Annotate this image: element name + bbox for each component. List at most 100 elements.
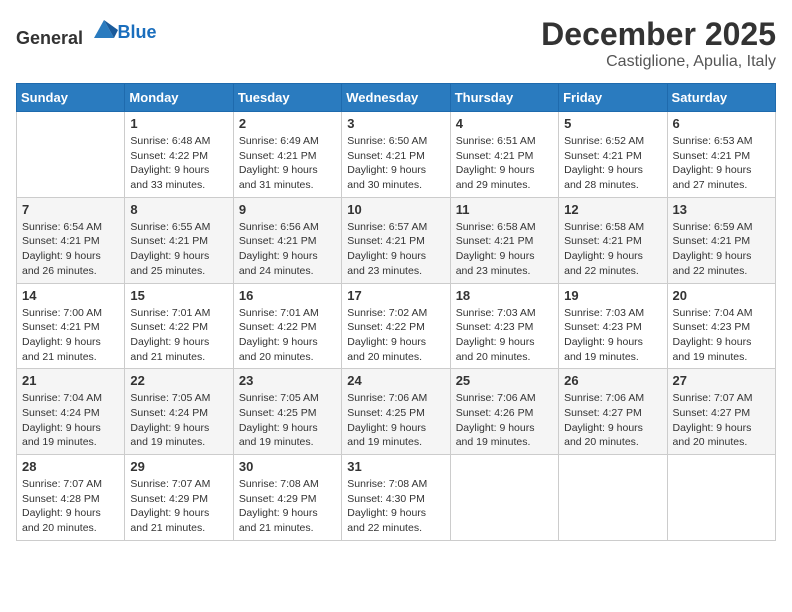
day-info: Sunrise: 6:59 AMSunset: 4:21 PMDaylight:… bbox=[673, 220, 770, 279]
weekday-header-thursday: Thursday bbox=[450, 84, 558, 112]
day-info: Sunrise: 6:53 AMSunset: 4:21 PMDaylight:… bbox=[673, 134, 770, 193]
day-info: Sunrise: 7:00 AMSunset: 4:21 PMDaylight:… bbox=[22, 306, 119, 365]
day-info: Sunrise: 6:54 AMSunset: 4:21 PMDaylight:… bbox=[22, 220, 119, 279]
week-row-3: 14 Sunrise: 7:00 AMSunset: 4:21 PMDayligh… bbox=[17, 283, 776, 369]
day-number: 29 bbox=[130, 459, 227, 474]
day-info: Sunrise: 6:56 AMSunset: 4:21 PMDaylight:… bbox=[239, 220, 336, 279]
day-info: Sunrise: 6:48 AMSunset: 4:22 PMDaylight:… bbox=[130, 134, 227, 193]
calendar-cell bbox=[17, 112, 125, 198]
day-info: Sunrise: 6:58 AMSunset: 4:21 PMDaylight:… bbox=[564, 220, 661, 279]
day-info: Sunrise: 7:06 AMSunset: 4:26 PMDaylight:… bbox=[456, 391, 553, 450]
day-number: 10 bbox=[347, 202, 444, 217]
week-row-5: 28 Sunrise: 7:07 AMSunset: 4:28 PMDayligh… bbox=[17, 455, 776, 541]
calendar-cell: 18 Sunrise: 7:03 AMSunset: 4:23 PMDayligh… bbox=[450, 283, 558, 369]
weekday-header-saturday: Saturday bbox=[667, 84, 775, 112]
day-number: 19 bbox=[564, 288, 661, 303]
calendar-cell bbox=[450, 455, 558, 541]
calendar-cell: 10 Sunrise: 6:57 AMSunset: 4:21 PMDayligh… bbox=[342, 197, 450, 283]
week-row-2: 7 Sunrise: 6:54 AMSunset: 4:21 PMDaylight… bbox=[17, 197, 776, 283]
calendar-cell: 30 Sunrise: 7:08 AMSunset: 4:29 PMDayligh… bbox=[233, 455, 341, 541]
day-info: Sunrise: 6:55 AMSunset: 4:21 PMDaylight:… bbox=[130, 220, 227, 279]
day-number: 2 bbox=[239, 116, 336, 131]
day-number: 5 bbox=[564, 116, 661, 131]
calendar-cell bbox=[667, 455, 775, 541]
calendar-cell: 8Sunrise: 6:55 AMSunset: 4:21 PMDaylight… bbox=[125, 197, 233, 283]
logo: General Blue bbox=[16, 16, 157, 49]
day-number: 18 bbox=[456, 288, 553, 303]
day-number: 30 bbox=[239, 459, 336, 474]
weekday-header-wednesday: Wednesday bbox=[342, 84, 450, 112]
title-block: December 2025 Castiglione, Apulia, Italy bbox=[541, 16, 776, 71]
calendar-cell: 25 Sunrise: 7:06 AMSunset: 4:26 PMDayligh… bbox=[450, 369, 558, 455]
day-number: 21 bbox=[22, 373, 119, 388]
day-info: Sunrise: 7:07 AMSunset: 4:28 PMDaylight:… bbox=[22, 477, 119, 536]
calendar-cell: 1 Sunrise: 6:48 AMSunset: 4:22 PMDaylight… bbox=[125, 112, 233, 198]
day-number: 1 bbox=[130, 116, 227, 131]
day-info: Sunrise: 7:01 AMSunset: 4:22 PMDaylight:… bbox=[239, 306, 336, 365]
calendar-cell: 15Sunrise: 7:01 AMSunset: 4:22 PMDayligh… bbox=[125, 283, 233, 369]
day-info: Sunrise: 7:05 AMSunset: 4:25 PMDaylight:… bbox=[239, 391, 336, 450]
day-number: 28 bbox=[22, 459, 119, 474]
day-number: 26 bbox=[564, 373, 661, 388]
day-info: Sunrise: 7:02 AMSunset: 4:22 PMDaylight:… bbox=[347, 306, 444, 365]
calendar-cell: 27 Sunrise: 7:07 AMSunset: 4:27 PMDayligh… bbox=[667, 369, 775, 455]
day-info: Sunrise: 6:51 AMSunset: 4:21 PMDaylight:… bbox=[456, 134, 553, 193]
day-info: Sunrise: 7:05 AMSunset: 4:24 PMDaylight:… bbox=[130, 391, 227, 450]
day-number: 23 bbox=[239, 373, 336, 388]
day-info: Sunrise: 6:57 AMSunset: 4:21 PMDaylight:… bbox=[347, 220, 444, 279]
day-number: 3 bbox=[347, 116, 444, 131]
calendar-cell: 19Sunrise: 7:03 AMSunset: 4:23 PMDayligh… bbox=[559, 283, 667, 369]
page-header: General Blue December 2025 Castiglione, … bbox=[16, 16, 776, 71]
calendar-cell: 31 Sunrise: 7:08 AMSunset: 4:30 PMDayligh… bbox=[342, 455, 450, 541]
weekday-header-tuesday: Tuesday bbox=[233, 84, 341, 112]
calendar-cell: 3 Sunrise: 6:50 AMSunset: 4:21 PMDaylight… bbox=[342, 112, 450, 198]
calendar-cell: 17 Sunrise: 7:02 AMSunset: 4:22 PMDayligh… bbox=[342, 283, 450, 369]
calendar-cell: 24Sunrise: 7:06 AMSunset: 4:25 PMDayligh… bbox=[342, 369, 450, 455]
day-info: Sunrise: 7:06 AMSunset: 4:25 PMDaylight:… bbox=[347, 391, 444, 450]
day-number: 7 bbox=[22, 202, 119, 217]
day-number: 17 bbox=[347, 288, 444, 303]
logo-general: General bbox=[16, 28, 83, 48]
day-info: Sunrise: 6:50 AMSunset: 4:21 PMDaylight:… bbox=[347, 134, 444, 193]
calendar-cell: 9Sunrise: 6:56 AMSunset: 4:21 PMDaylight… bbox=[233, 197, 341, 283]
day-info: Sunrise: 7:01 AMSunset: 4:22 PMDaylight:… bbox=[130, 306, 227, 365]
day-number: 13 bbox=[673, 202, 770, 217]
logo-blue: Blue bbox=[118, 22, 157, 42]
calendar-cell: 23 Sunrise: 7:05 AMSunset: 4:25 PMDayligh… bbox=[233, 369, 341, 455]
calendar-cell: 4Sunrise: 6:51 AMSunset: 4:21 PMDaylight… bbox=[450, 112, 558, 198]
calendar-cell: 2 Sunrise: 6:49 AMSunset: 4:21 PMDaylight… bbox=[233, 112, 341, 198]
calendar-cell: 6 Sunrise: 6:53 AMSunset: 4:21 PMDaylight… bbox=[667, 112, 775, 198]
day-info: Sunrise: 7:06 AMSunset: 4:27 PMDaylight:… bbox=[564, 391, 661, 450]
month-title: December 2025 bbox=[541, 16, 776, 53]
day-info: Sunrise: 7:03 AMSunset: 4:23 PMDaylight:… bbox=[456, 306, 553, 365]
day-number: 25 bbox=[456, 373, 553, 388]
day-info: Sunrise: 6:52 AMSunset: 4:21 PMDaylight:… bbox=[564, 134, 661, 193]
day-info: Sunrise: 6:58 AMSunset: 4:21 PMDaylight:… bbox=[456, 220, 553, 279]
location-title: Castiglione, Apulia, Italy bbox=[541, 53, 776, 71]
calendar-cell: 26 Sunrise: 7:06 AMSunset: 4:27 PMDayligh… bbox=[559, 369, 667, 455]
calendar-cell: 20 Sunrise: 7:04 AMSunset: 4:23 PMDayligh… bbox=[667, 283, 775, 369]
day-info: Sunrise: 7:07 AMSunset: 4:27 PMDaylight:… bbox=[673, 391, 770, 450]
calendar-table: SundayMondayTuesdayWednesdayThursdayFrid… bbox=[16, 83, 776, 541]
day-info: Sunrise: 6:49 AMSunset: 4:21 PMDaylight:… bbox=[239, 134, 336, 193]
day-number: 11 bbox=[456, 202, 553, 217]
day-number: 14 bbox=[22, 288, 119, 303]
day-info: Sunrise: 7:04 AMSunset: 4:24 PMDaylight:… bbox=[22, 391, 119, 450]
calendar-cell: 13 Sunrise: 6:59 AMSunset: 4:21 PMDayligh… bbox=[667, 197, 775, 283]
day-number: 6 bbox=[673, 116, 770, 131]
day-info: Sunrise: 7:08 AMSunset: 4:30 PMDaylight:… bbox=[347, 477, 444, 536]
day-info: Sunrise: 7:08 AMSunset: 4:29 PMDaylight:… bbox=[239, 477, 336, 536]
calendar-cell: 21 Sunrise: 7:04 AMSunset: 4:24 PMDayligh… bbox=[17, 369, 125, 455]
weekday-header-monday: Monday bbox=[125, 84, 233, 112]
day-number: 27 bbox=[673, 373, 770, 388]
day-number: 31 bbox=[347, 459, 444, 474]
weekday-header-sunday: Sunday bbox=[17, 84, 125, 112]
calendar-cell: 12Sunrise: 6:58 AMSunset: 4:21 PMDayligh… bbox=[559, 197, 667, 283]
weekday-header-row: SundayMondayTuesdayWednesdayThursdayFrid… bbox=[17, 84, 776, 112]
calendar-cell: 11 Sunrise: 6:58 AMSunset: 4:21 PMDayligh… bbox=[450, 197, 558, 283]
day-info: Sunrise: 7:07 AMSunset: 4:29 PMDaylight:… bbox=[130, 477, 227, 536]
calendar-cell bbox=[559, 455, 667, 541]
day-number: 20 bbox=[673, 288, 770, 303]
day-number: 22 bbox=[130, 373, 227, 388]
day-info: Sunrise: 7:04 AMSunset: 4:23 PMDaylight:… bbox=[673, 306, 770, 365]
